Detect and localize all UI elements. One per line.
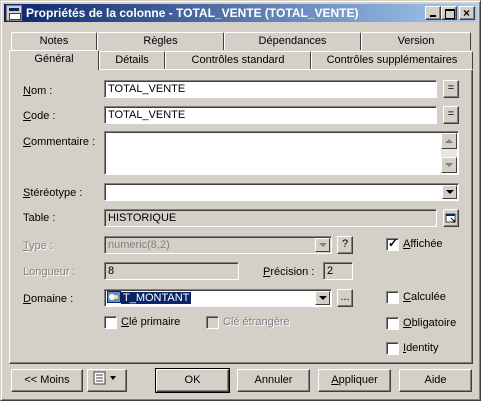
obligatoire-checkbox[interactable] <box>386 317 399 330</box>
identity-label: Identity <box>403 342 439 354</box>
scroll-up-icon[interactable] <box>441 133 457 149</box>
close-icon: × <box>463 6 471 20</box>
tab-general[interactable]: Général <box>9 50 99 70</box>
tab-regles[interactable]: Règles <box>97 32 224 50</box>
domaine-dropdown-icon[interactable] <box>315 291 330 305</box>
stereotype-label: Stéréotype : <box>23 187 83 199</box>
cle-primaire-label: Clé primaire <box>121 316 181 328</box>
tab-details[interactable]: Détails <box>99 51 165 69</box>
longueur-label: Longueur : <box>23 266 76 278</box>
longueur-field: 8 <box>104 262 239 280</box>
precision-label: Précision : <box>263 266 315 278</box>
commentaire-label: Commentaire : <box>23 136 96 148</box>
code-equal-button[interactable]: = <box>443 106 459 124</box>
tab-notes[interactable]: Notes <box>11 32 97 50</box>
nom-label: Nom : <box>23 85 53 97</box>
affichee-label: Affichée <box>403 238 443 250</box>
title-bar[interactable]: Propriétés de la colonne - TOTAL_VENTE (… <box>4 4 477 22</box>
cle-etrangere-label: Clé étrangère <box>223 316 290 328</box>
type-select: numeric(8,2) <box>104 236 332 254</box>
moins-button[interactable]: << Moins <box>11 369 83 392</box>
table-properties-button[interactable] <box>443 209 459 227</box>
type-label: Type : <box>23 240 53 252</box>
appliquer-button[interactable]: Appliquer <box>318 369 391 392</box>
menu-button[interactable] <box>87 369 127 392</box>
domaine-label: Domaine : <box>23 293 74 305</box>
cle-primaire-checkbox[interactable] <box>104 316 117 329</box>
domaine-browse-button[interactable]: ... <box>337 289 353 307</box>
properties-dialog: Propriétés de la colonne - TOTAL_VENTE (… <box>0 0 481 401</box>
properties-icon <box>445 213 456 223</box>
stereotype-select[interactable] <box>104 183 459 201</box>
aide-button[interactable]: Aide <box>399 369 472 392</box>
list-menu-icon <box>93 371 116 385</box>
tab-controles-supplementaires[interactable]: Contrôles supplémentaires <box>311 51 473 69</box>
code-input[interactable]: TOTAL_VENTE <box>104 106 437 124</box>
stereotype-dropdown-icon[interactable] <box>442 185 457 199</box>
close-button[interactable]: × <box>459 6 475 20</box>
tab-controles-standard[interactable]: Contrôles standard <box>165 51 311 69</box>
tab-dependances[interactable]: Dépendances <box>224 32 361 50</box>
commentaire-scrollbar[interactable] <box>441 133 457 173</box>
nom-equal-button[interactable]: = <box>443 80 459 98</box>
domain-icon <box>107 291 121 303</box>
annuler-button[interactable]: Annuler <box>237 369 310 392</box>
table-label: Table : <box>23 212 56 224</box>
code-label: Code : <box>23 110 56 122</box>
scroll-down-icon[interactable] <box>441 157 457 173</box>
domaine-value: T_MONTANT <box>121 292 192 304</box>
commentaire-textarea[interactable] <box>104 131 459 175</box>
tab-version[interactable]: Version <box>361 32 471 50</box>
precision-field: 2 <box>323 262 353 280</box>
nom-input[interactable]: TOTAL_VENTE <box>104 80 437 98</box>
minimize-button[interactable] <box>425 6 441 20</box>
ok-button[interactable]: OK <box>155 368 230 393</box>
cle-etrangere-checkbox <box>206 316 219 329</box>
domaine-select[interactable]: T_MONTANT <box>104 289 332 307</box>
calculee-checkbox[interactable] <box>386 291 399 304</box>
obligatoire-label: Obligatoire <box>403 317 457 329</box>
type-dropdown-icon <box>315 238 330 252</box>
window-title: Propriétés de la colonne - TOTAL_VENTE (… <box>26 6 359 20</box>
type-help-button[interactable]: ? <box>337 236 353 254</box>
calculee-label: Calculée <box>403 291 446 303</box>
affichee-checkbox[interactable] <box>386 236 399 251</box>
window-menu-icon[interactable] <box>6 5 22 21</box>
identity-checkbox[interactable] <box>386 342 399 355</box>
maximize-button[interactable] <box>441 6 457 20</box>
table-field: HISTORIQUE <box>104 209 437 227</box>
